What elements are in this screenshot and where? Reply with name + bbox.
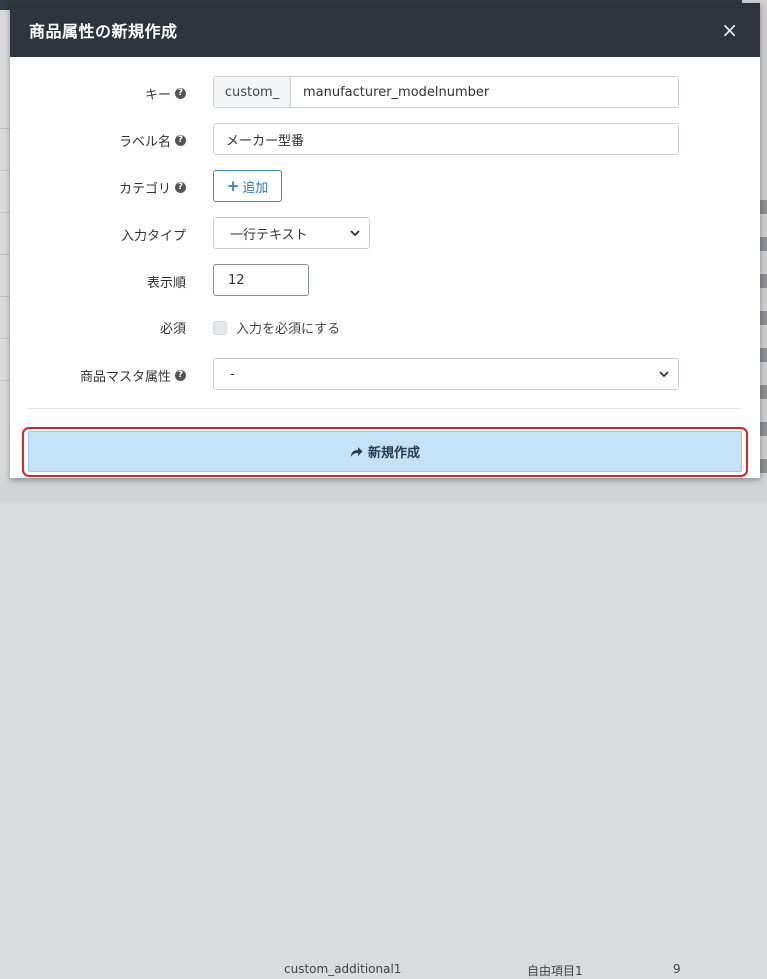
background-row-line (0, 128, 10, 129)
key-input[interactable] (291, 77, 678, 107)
category-label-text: カテゴリ (118, 182, 171, 197)
master-attribute-label-text: 商品マスタ属性 (79, 370, 171, 385)
background-cell-order: 9 (673, 962, 681, 976)
label-name-label: ラベル名 ? (119, 131, 186, 150)
add-category-button[interactable]: + 追加 (213, 170, 282, 202)
key-label: キー ? (145, 84, 186, 103)
master-attribute-selected: - (230, 366, 235, 382)
chevron-down-icon (659, 371, 669, 378)
key-input-group: custom_ (213, 76, 679, 108)
key-label-text: キー (144, 88, 171, 103)
input-type-select[interactable]: 一行テキスト (213, 217, 370, 249)
master-attribute-select[interactable]: - (213, 358, 679, 390)
close-icon[interactable]: × (721, 20, 738, 40)
master-attribute-label: 商品マスタ属性 ? (80, 366, 186, 385)
background-table-row: custom_additional1 自由項目1 9 (0, 478, 767, 978)
background-row-line (0, 338, 10, 339)
category-label: カテゴリ ? (119, 178, 186, 197)
background-row-line (0, 296, 10, 297)
input-type-label: 入力タイプ (120, 229, 186, 244)
background-row-line (0, 380, 10, 381)
input-type-selected: 一行テキスト (230, 227, 308, 243)
background-row-line (0, 254, 10, 255)
display-order-label: 表示順 (146, 276, 186, 291)
required-checkbox-wrap[interactable]: 入力を必須にする (213, 318, 340, 337)
create-attribute-modal: 商品属性の新規作成 × キー ? custom_ ラベル名 ? カテゴリ ? +… (10, 3, 760, 478)
background-cell-key: custom_additional1 (284, 962, 402, 976)
label-name-label-text: ラベル名 (118, 135, 171, 150)
create-button-label: 新規作成 (367, 445, 420, 460)
question-circle-icon[interactable]: ? (175, 182, 186, 193)
plus-icon: + (226, 176, 240, 195)
background-cell-label: 自由項目1 (527, 964, 583, 978)
background-row-line (0, 212, 10, 213)
display-order-input[interactable] (213, 264, 309, 296)
question-circle-icon[interactable]: ? (175, 370, 186, 381)
question-circle-icon[interactable]: ? (175, 88, 186, 99)
required-label: 必須 (159, 322, 186, 337)
modal-title: 商品属性の新規作成 (29, 22, 178, 41)
required-checkbox-label: 入力を必須にする (236, 322, 341, 337)
background-row-line (0, 170, 10, 171)
required-checkbox[interactable] (213, 320, 227, 335)
share-arrow-icon (350, 446, 363, 457)
modal-header: 商品属性の新規作成 × (10, 3, 760, 57)
create-button[interactable]: 新規作成 (28, 431, 742, 472)
label-name-input[interactable] (213, 123, 679, 155)
form-divider (28, 408, 741, 409)
key-prefix: custom_ (214, 77, 291, 107)
question-circle-icon[interactable]: ? (175, 135, 186, 146)
chevron-down-icon (350, 230, 360, 237)
add-category-label: 追加 (242, 180, 269, 196)
